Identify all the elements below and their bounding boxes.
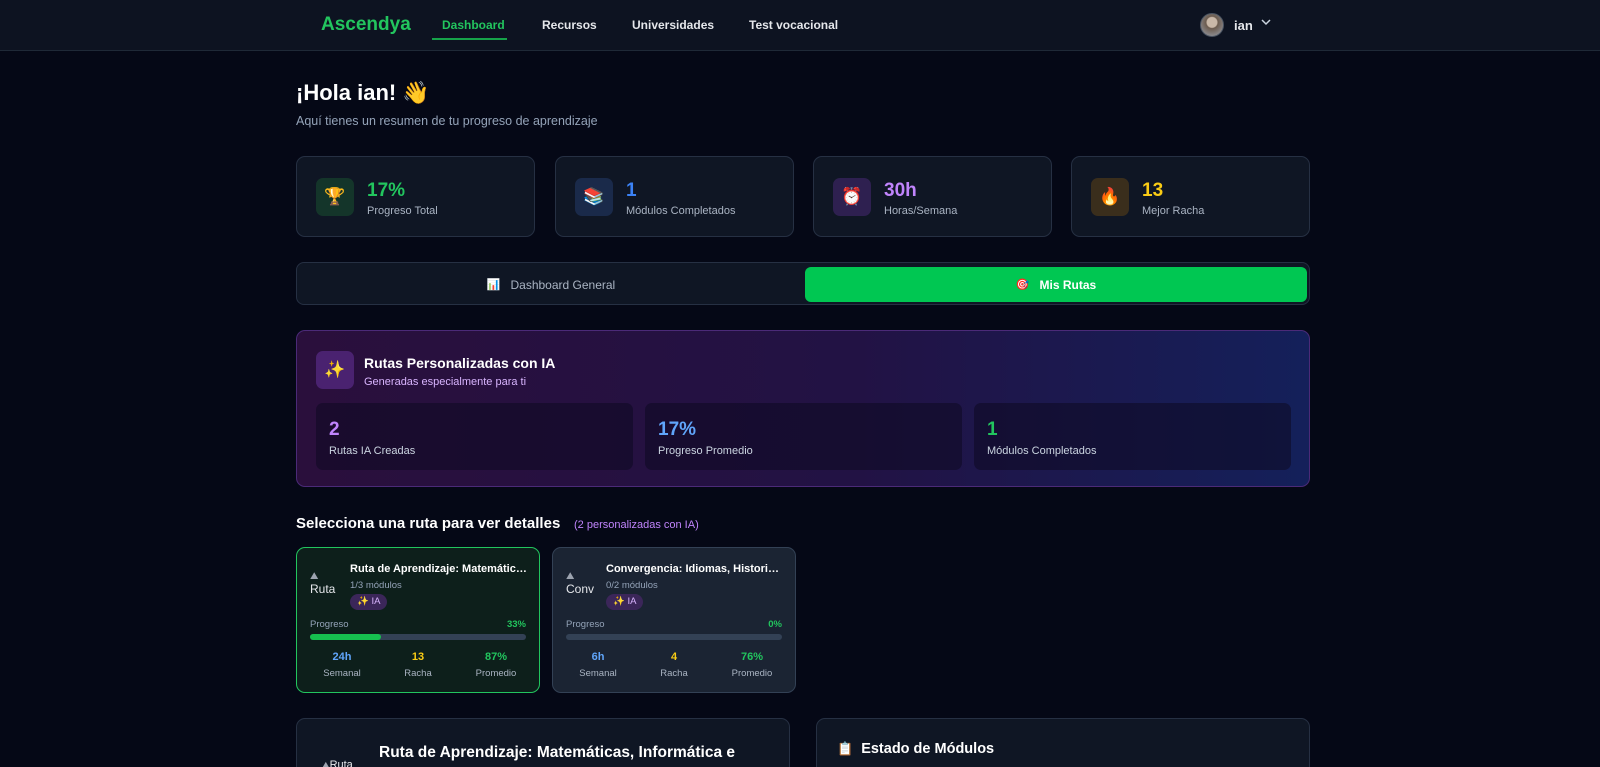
tab-label: Dashboard General: [510, 277, 616, 292]
stat-label: Módulos Completados: [626, 205, 736, 217]
stat-value: 1: [626, 180, 637, 201]
stat-label: Progreso Total: [367, 205, 438, 217]
fire-icon: 🔥: [1091, 178, 1129, 216]
nav-link-test-vocacional[interactable]: Test vocacional: [749, 18, 838, 32]
target-icon: 🎯: [1015, 279, 1030, 291]
progress-label: Progreso: [566, 619, 605, 630]
metric-label: Semanal: [323, 668, 361, 679]
ai-stat-value: 17%: [658, 419, 697, 440]
stat-card: 🔥 13 Mejor Racha: [1071, 156, 1310, 237]
progress-percent: 0%: [768, 619, 782, 630]
section-title: Selecciona una ruta para ver detalles: [296, 515, 561, 532]
route-modules: 1/3 módulos: [350, 580, 402, 591]
ai-stat-label: Módulos Completados: [987, 445, 1097, 457]
ai-stat-value: 2: [329, 419, 340, 440]
ai-panel-subtitle: Generadas especialmente para ti: [364, 376, 527, 388]
ai-badge: ✨ IA: [606, 594, 644, 610]
ai-stat-card: 2 Rutas IA Creadas: [316, 403, 633, 470]
sparkles-icon: ✨: [316, 351, 354, 389]
route-metric: 87% Promedio: [460, 651, 532, 679]
tab-mis-rutas[interactable]: 🎯 Mis Rutas: [805, 267, 1307, 302]
metric-value: 76%: [740, 651, 764, 663]
stat-value: 17%: [367, 180, 406, 201]
route-metric: 24h Semanal: [306, 651, 378, 679]
ai-stat-card: 17% Progreso Promedio: [645, 403, 962, 470]
ai-stat-value: 1: [987, 419, 998, 440]
progress-bar-fill: [310, 634, 382, 640]
ai-panel-title: Rutas Personalizadas con IA: [364, 355, 556, 371]
bar-chart-icon: 📊: [486, 279, 501, 291]
metric-label: Racha: [404, 668, 432, 679]
tab-dashboard-general[interactable]: 📊 Dashboard General: [301, 267, 801, 302]
metric-label: Promedio: [731, 668, 773, 679]
route-title: Convergencia: Idiomas, Historia, Arte: [606, 563, 784, 575]
route-modules: 0/2 módulos: [606, 580, 658, 591]
section-note: (2 personalizadas con IA): [574, 519, 699, 531]
stat-card: 🏆 17% Progreso Total: [296, 156, 535, 237]
stat-label: Mejor Racha: [1142, 205, 1205, 217]
route-thumbnail: ⛰ Conv: [566, 571, 594, 596]
trophy-icon: 🏆: [316, 178, 354, 216]
broken-image-icon: ⛰: [322, 760, 330, 767]
route-detail-panel: ⛰Ruta Ruta de Aprendizaje: Matemáticas, …: [296, 718, 790, 767]
brand-logo[interactable]: Ascendya: [321, 14, 411, 36]
user-name[interactable]: ian: [1234, 18, 1253, 33]
metric-value: 87%: [484, 651, 508, 663]
metric-value: 13: [411, 651, 425, 663]
stat-card: ⏰ 30h Horas/Semana: [813, 156, 1052, 237]
top-navbar: Ascendya Dashboard Recursos Universidade…: [0, 0, 1600, 51]
route-metric: 76% Promedio: [716, 651, 788, 679]
ai-stat-label: Rutas IA Creadas: [329, 445, 416, 457]
ai-badge: ✨ IA: [350, 594, 388, 610]
tab-label: Mis Rutas: [1039, 277, 1097, 292]
ai-stat-card: 1 Módulos Completados: [974, 403, 1291, 470]
metric-label: Promedio: [475, 668, 517, 679]
module-status-panel: 📋 Estado de Módulos: [816, 718, 1310, 767]
view-tabs: 📊 Dashboard General 🎯 Mis Rutas: [296, 262, 1310, 305]
route-card[interactable]: ⛰ Conv Convergencia: Idiomas, Historia, Ar…: [552, 547, 796, 693]
route-metric: 13 Racha: [382, 651, 454, 679]
progress-label: Progreso: [310, 619, 349, 630]
stat-card: 📚 1 Módulos Completados: [555, 156, 794, 237]
progress-bar: [310, 634, 526, 640]
progress-percent: 33%: [506, 619, 526, 630]
nav-active-indicator: [432, 38, 507, 40]
stat-label: Horas/Semana: [884, 205, 958, 217]
ai-routes-panel: ✨ Rutas Personalizadas con IA Generadas …: [296, 330, 1310, 487]
progress-bar: [566, 634, 782, 640]
page-subtitle: Aquí tienes un resumen de tu progreso de…: [296, 114, 598, 128]
route-title: Ruta de Aprendizaje: Matemáticas, Inform…: [350, 563, 528, 575]
route-detail-title: Ruta de Aprendizaje: Matemáticas, Inform…: [379, 744, 736, 761]
stat-value: 13: [1142, 180, 1164, 201]
chevron-down-icon[interactable]: [1260, 16, 1272, 31]
nav-link-recursos[interactable]: Recursos: [542, 18, 597, 32]
clock-icon: ⏰: [833, 178, 871, 216]
route-thumbnail: ⛰Ruta: [310, 570, 338, 600]
metric-label: Semanal: [579, 668, 617, 679]
metric-value: 4: [670, 651, 678, 663]
greeting-text: ¡Hola ian!: [296, 80, 397, 105]
route-metric: 4 Racha: [638, 651, 710, 679]
route-metric: 6h Semanal: [562, 651, 634, 679]
nav-link-dashboard[interactable]: Dashboard: [442, 18, 505, 32]
metric-value: 24h: [332, 651, 352, 663]
clipboard-icon: 📋: [837, 741, 854, 756]
page-title: ¡Hola ian! 👋: [296, 80, 430, 106]
stat-value: 30h: [884, 180, 917, 201]
metric-value: 6h: [591, 651, 605, 663]
ai-stat-label: Progreso Promedio: [658, 445, 753, 457]
module-status-title: 📋 Estado de Módulos: [837, 741, 995, 757]
waving-hand-icon: 👋: [402, 80, 430, 105]
user-avatar[interactable]: [1200, 13, 1224, 37]
nav-link-universidades[interactable]: Universidades: [632, 18, 714, 32]
books-icon: 📚: [575, 178, 613, 216]
route-thumbnail: ⛰Ruta: [322, 759, 353, 767]
route-card[interactable]: ⛰Ruta Ruta de Aprendizaje: Matemáticas, I…: [296, 547, 540, 693]
metric-label: Racha: [660, 668, 688, 679]
